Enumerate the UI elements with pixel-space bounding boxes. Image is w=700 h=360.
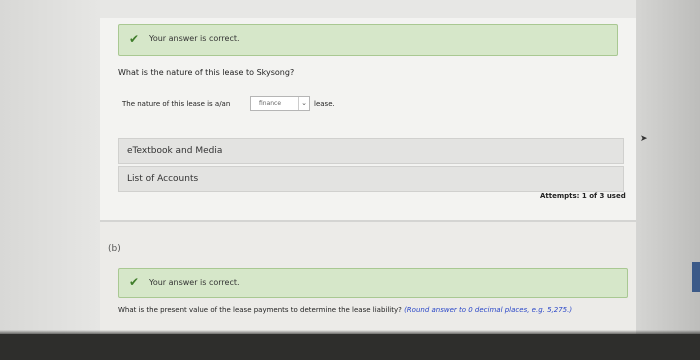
correct-feedback-banner-b: ✔ Your answer is correct. bbox=[118, 268, 628, 298]
correct-feedback-banner: ✔ Your answer is correct. bbox=[118, 24, 618, 56]
part-b-label: (b) bbox=[108, 244, 121, 254]
feedback-text: Your answer is correct. bbox=[149, 34, 240, 43]
edge-marker bbox=[692, 262, 700, 292]
list-of-accounts-label: List of Accounts bbox=[127, 174, 199, 184]
attempts-counter: Attempts: 1 of 3 used bbox=[540, 192, 626, 200]
left-background bbox=[0, 0, 100, 360]
top-strip bbox=[100, 0, 636, 18]
lease-type-value: finance bbox=[259, 100, 282, 107]
right-background bbox=[636, 0, 700, 360]
rounding-hint: (Round answer to 0 decimal places, e.g. … bbox=[404, 306, 573, 314]
mouse-cursor-icon: ➤ bbox=[640, 134, 648, 144]
answer-prefix: The nature of this lease is a/an bbox=[122, 100, 231, 108]
etextbook-label: eTextbook and Media bbox=[127, 146, 223, 156]
list-of-accounts-link[interactable]: List of Accounts bbox=[118, 166, 624, 192]
check-icon: ✔ bbox=[129, 275, 140, 289]
screen-bezel bbox=[0, 334, 700, 360]
question-text: What is the nature of this lease to Skys… bbox=[118, 68, 295, 77]
feedback-text-b: Your answer is correct. bbox=[149, 278, 240, 287]
question-text-b: What is the present value of the lease p… bbox=[118, 306, 572, 314]
lease-type-select[interactable]: finance ⌄ bbox=[250, 96, 310, 111]
chevron-down-icon: ⌄ bbox=[298, 97, 309, 110]
answer-suffix: lease. bbox=[314, 100, 335, 108]
question-b-main: What is the present value of the lease p… bbox=[118, 306, 402, 314]
check-icon: ✔ bbox=[129, 32, 140, 46]
etextbook-link[interactable]: eTextbook and Media bbox=[118, 138, 624, 164]
